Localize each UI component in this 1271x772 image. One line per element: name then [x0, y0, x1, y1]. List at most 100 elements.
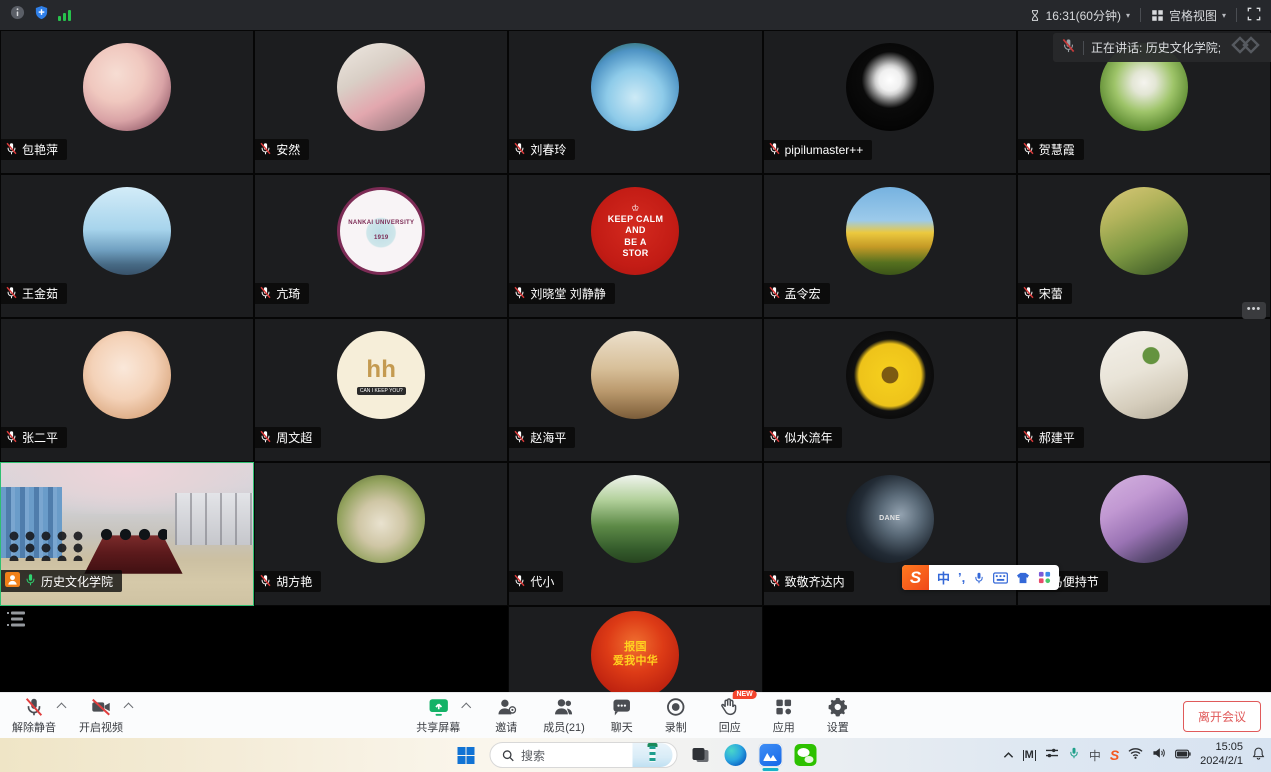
- battery-icon[interactable]: [1175, 746, 1191, 764]
- wifi-icon[interactable]: [1128, 746, 1143, 764]
- network-signal-icon: [58, 9, 71, 21]
- avatar-subtext: CAN I KEEP YOU?: [357, 387, 406, 395]
- participant-tile[interactable]: 孟令宏: [763, 174, 1017, 318]
- participant-tile[interactable]: 张二平: [0, 318, 254, 462]
- sogou-logo-icon[interactable]: S: [902, 565, 929, 590]
- view-mode-label: 宫格视图: [1169, 7, 1217, 24]
- taskbar-clock[interactable]: 15:05 2024/2/1: [1200, 741, 1243, 769]
- edge-browser-icon[interactable]: [723, 743, 747, 767]
- participant-tile[interactable]: 刘春玲: [508, 30, 762, 174]
- participant-tile[interactable]: 安然: [254, 30, 508, 174]
- meeting-logo-icon: [1229, 36, 1263, 59]
- avatar: [83, 43, 171, 131]
- view-mode-dropdown[interactable]: 宫格视图 ▾: [1151, 7, 1226, 24]
- participant-name-tag: 刘晓堂 刘静静: [509, 283, 614, 304]
- camera-muted-icon: [89, 696, 113, 718]
- meeting-timer-dropdown[interactable]: 16:31(60分钟) ▾: [1029, 7, 1130, 24]
- participant-tile[interactable]: 王金茹: [0, 174, 254, 318]
- participant-name-tag: 孟令宏: [764, 283, 830, 304]
- leave-meeting-button[interactable]: 离开会议: [1183, 701, 1261, 732]
- participant-tile[interactable]: ♔ KEEP CALM AND BE A STOR 刘晓堂 刘静静: [508, 174, 762, 318]
- skin-center-icon[interactable]: [1016, 572, 1030, 584]
- participant-tile[interactable]: 胡方艳: [254, 462, 508, 606]
- avatar-text: 报国 爱我中华: [613, 641, 658, 669]
- participant-tile[interactable]: 历史文化学院: [0, 462, 254, 606]
- wechat-icon[interactable]: [793, 743, 817, 767]
- participant-tile[interactable]: 郝建平: [1017, 318, 1271, 462]
- tray-sogou-icon[interactable]: S: [1110, 747, 1119, 763]
- search-icon: [501, 749, 514, 762]
- taskbar-search[interactable]: 搜索: [489, 742, 677, 768]
- chat-button[interactable]: 聊天: [605, 696, 639, 735]
- mic-muted-icon: [5, 286, 18, 302]
- share-screen-button[interactable]: 共享屏幕: [416, 696, 460, 735]
- tray-mic-icon[interactable]: [1068, 746, 1080, 765]
- participant-tile[interactable]: NANKAI UNIVERSITY 1919 亢琦: [254, 174, 508, 318]
- virtual-keyboard-icon[interactable]: [993, 572, 1008, 584]
- meeting-app-icon[interactable]: [758, 743, 782, 767]
- invite-icon: [495, 696, 517, 718]
- avatar-text: DANE: [879, 515, 900, 524]
- participant-name: 历史文化学院: [41, 573, 113, 590]
- input-mode-chinese[interactable]: 中: [937, 568, 950, 587]
- share-screen-icon: [426, 696, 450, 718]
- invite-button[interactable]: 邀请: [489, 696, 523, 735]
- tray-app-m-icon[interactable]: M: [1023, 750, 1036, 761]
- share-options-chevron[interactable]: [461, 703, 471, 713]
- unmute-button[interactable]: 解除静音: [12, 696, 56, 735]
- participant-tile[interactable]: 似水流年: [763, 318, 1017, 462]
- avatar: [591, 331, 679, 419]
- mic-muted-icon: [513, 574, 526, 590]
- participant-tile[interactable]: 代小: [508, 462, 762, 606]
- record-button[interactable]: 录制: [659, 696, 693, 735]
- participant-name: 似水流年: [785, 429, 833, 446]
- tray-expand-chevron[interactable]: [1003, 746, 1014, 764]
- participant-name: 代小: [530, 573, 554, 590]
- avatar: ♔ KEEP CALM AND BE A STOR: [591, 187, 679, 275]
- voice-input-icon[interactable]: [973, 571, 985, 585]
- reactions-button[interactable]: NEW 回应: [713, 696, 747, 735]
- info-icon[interactable]: [10, 5, 25, 25]
- settings-button[interactable]: 设置: [821, 696, 855, 735]
- participant-name: 刘春玲: [530, 141, 566, 158]
- member-list-icon[interactable]: [6, 609, 28, 634]
- grid-view-icon: [1151, 9, 1164, 22]
- mic-active-icon: [24, 573, 37, 589]
- avatar: [846, 331, 934, 419]
- participant-tile[interactable]: 报国 爱我中华: [508, 606, 762, 692]
- members-button[interactable]: 成员(21): [543, 696, 585, 735]
- video-options-chevron[interactable]: [124, 703, 134, 713]
- participant-name: 包艳萍: [22, 141, 58, 158]
- fullscreen-button[interactable]: [1247, 7, 1261, 24]
- tray-sliders-icon[interactable]: [1045, 746, 1059, 764]
- participant-name-tag: 郝建平: [1018, 427, 1084, 448]
- task-view-button[interactable]: [688, 743, 712, 767]
- participant-tile[interactable]: 赵海平: [508, 318, 762, 462]
- participant-tile[interactable]: pipilumaster++: [763, 30, 1017, 174]
- tile-more-button[interactable]: •••: [1242, 302, 1266, 319]
- start-video-button[interactable]: 开启视频: [79, 696, 123, 735]
- audio-options-chevron[interactable]: [57, 703, 67, 713]
- volume-icon[interactable]: [1152, 746, 1166, 764]
- avatar: [591, 475, 679, 563]
- participant-name-tag: 赵海平: [509, 427, 575, 448]
- participant-name-tag: pipilumaster++: [764, 140, 873, 160]
- sogou-input-toolbar: S 中 ’,: [902, 565, 1059, 590]
- participant-name: 胡方艳: [276, 573, 312, 590]
- hourglass-icon: [1029, 9, 1041, 22]
- participant-tile[interactable]: 宋蕾: [1017, 174, 1271, 318]
- apps-grid-icon: [773, 696, 795, 718]
- apps-button[interactable]: 应用: [767, 696, 801, 735]
- participant-tile[interactable]: 包艳萍: [0, 30, 254, 174]
- punctuation-mode-icon[interactable]: ’,: [958, 570, 965, 585]
- mic-muted-icon: [513, 142, 526, 158]
- start-button[interactable]: [454, 743, 478, 767]
- avatar: [591, 43, 679, 131]
- search-highlight-image[interactable]: [632, 743, 672, 767]
- shield-plus-icon[interactable]: [34, 5, 49, 25]
- notification-bell-icon[interactable]: [1252, 746, 1265, 765]
- sogou-toolbox-icon[interactable]: [1038, 571, 1051, 584]
- participant-name: 刘晓堂 刘静静: [530, 285, 605, 302]
- tray-input-language[interactable]: 中: [1089, 747, 1101, 764]
- participant-tile[interactable]: hh CAN I KEEP YOU? 周文超: [254, 318, 508, 462]
